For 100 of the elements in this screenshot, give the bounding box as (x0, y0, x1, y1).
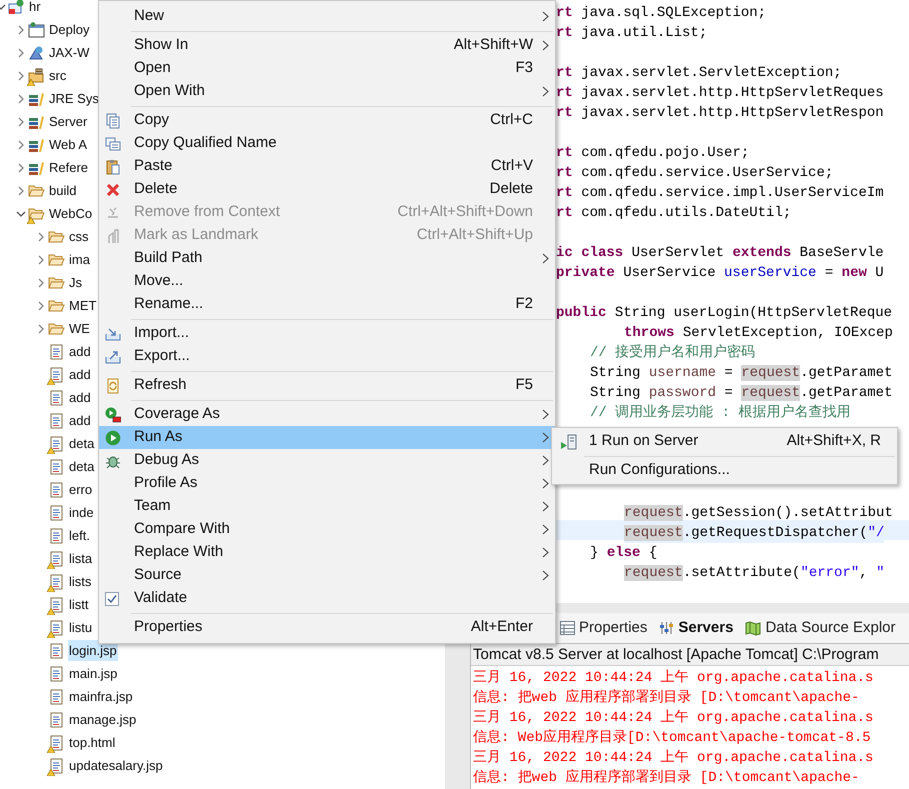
expand-chevron-icon[interactable] (17, 162, 25, 172)
menu-item[interactable]: Refresh F5 (99, 374, 555, 397)
tree-item[interactable]: add (68, 387, 92, 408)
menu-item[interactable]: Build Path (99, 247, 555, 270)
tree-item[interactable]: erro (68, 479, 94, 500)
folder-icon (48, 252, 65, 268)
menu-item[interactable]: New (99, 5, 555, 28)
expand-chevron-icon[interactable] (17, 186, 25, 196)
expand-chevron-icon[interactable] (37, 324, 45, 334)
tree-item[interactable]: listu (68, 617, 94, 638)
menu-item[interactable]: Export... (99, 345, 555, 368)
tree-item[interactable]: Refere (48, 157, 90, 178)
tree-item[interactable]: top.html (68, 732, 116, 753)
menu-item[interactable]: Import... (99, 322, 555, 345)
console-line: 信息: 把web 应用程序部署到目录 [D:\tomcant\apache- (473, 688, 860, 708)
tree-item[interactable]: deta (68, 456, 96, 477)
tree-item[interactable]: Server (48, 111, 88, 132)
menu-item[interactable]: Delete Delete (99, 178, 555, 201)
package-folder-icon (28, 68, 45, 84)
menu-item[interactable]: Validate (99, 587, 555, 610)
tree-item[interactable]: inde (68, 502, 95, 523)
tree-item[interactable]: updatesalary.jsp (68, 755, 164, 776)
tree-item[interactable]: listt (68, 594, 90, 615)
tree-item[interactable]: deta (68, 433, 96, 454)
map-icon (745, 620, 762, 636)
menu-item[interactable]: Properties Alt+Enter (99, 616, 555, 639)
tree-item[interactable]: lista (68, 548, 94, 569)
menu-item[interactable]: Replace With (99, 541, 555, 564)
expand-chevron-icon[interactable] (17, 94, 25, 104)
expand-chevron-icon[interactable] (17, 24, 25, 34)
expand-chevron-icon[interactable] (37, 254, 45, 264)
folder-icon (28, 206, 45, 222)
menu-item[interactable]: Team (99, 495, 555, 518)
menu-item[interactable]: Debug As (99, 449, 555, 472)
panel-tab[interactable]: Servers (659, 615, 734, 641)
file-icon (48, 366, 65, 382)
tree-item[interactable]: manage.jsp (68, 709, 138, 730)
menu-item[interactable]: Copy Ctrl+C (99, 109, 555, 132)
tree-item[interactable]: JRE Sys (48, 88, 100, 109)
tree-item[interactable]: Js (68, 272, 83, 293)
menu-item[interactable]: Show In Alt+Shift+W (99, 34, 555, 57)
code-line: // 调用业务层功能 : 根据用户名查找用 (590, 403, 850, 423)
menu-item[interactable]: Rename... F2 (99, 293, 555, 316)
code-line: rt java.sql.SQLException; (556, 4, 766, 23)
tree-item[interactable]: src (48, 65, 68, 86)
collapse-chevron-icon[interactable] (16, 210, 26, 218)
clipboard-icon (105, 158, 121, 174)
tree-item[interactable]: WebCo (48, 203, 94, 224)
menu-item[interactable]: Coverage As (99, 403, 555, 426)
tree-item[interactable]: Deploy (48, 19, 90, 40)
tree-item[interactable]: WE (68, 318, 91, 339)
panel-tab[interactable]: Properties (560, 615, 648, 641)
tree-item[interactable]: JAX-W (48, 42, 90, 63)
folder-icon (48, 298, 65, 314)
tree-item[interactable]: add (68, 341, 92, 362)
file-icon (48, 504, 65, 520)
expand-chevron-icon[interactable] (17, 70, 25, 80)
tree-item[interactable]: mainfra.jsp (68, 686, 134, 707)
menu-item[interactable]: Source (99, 564, 555, 587)
menu-item[interactable]: Move... (99, 270, 555, 293)
tree-item[interactable]: Web A (48, 134, 88, 155)
menu-item[interactable]: Copy Qualified Name (99, 132, 555, 155)
library-icon (28, 160, 45, 176)
file-icon (48, 642, 65, 658)
menu-item[interactable]: Run As (99, 426, 555, 449)
folder-icon (48, 228, 65, 244)
tree-item[interactable]: main.jsp (68, 663, 118, 684)
tree-item[interactable]: hr (28, 0, 42, 17)
tree-item[interactable]: css (68, 226, 90, 247)
tree-item[interactable]: MET (68, 295, 98, 316)
tree-item[interactable]: add (68, 410, 92, 431)
tree-item[interactable]: add (68, 364, 92, 385)
console-line: 信息: 把web 应用程序部署到目录 [D:\tomcant\apache- (473, 768, 860, 788)
menu-item[interactable]: Paste Ctrl+V (99, 155, 555, 178)
tree-item[interactable]: ima (68, 249, 91, 270)
code-line: request.setAttribute("error", " (624, 564, 884, 583)
tree-item[interactable]: login.jsp (68, 640, 118, 661)
expand-chevron-icon[interactable] (17, 140, 25, 150)
tree-item[interactable]: left. (68, 525, 91, 546)
expand-chevron-icon[interactable] (37, 300, 45, 310)
menu-item[interactable]: Profile As (99, 472, 555, 495)
panel-tab[interactable]: Data Source Explor (745, 615, 896, 641)
expand-chevron-icon[interactable] (37, 278, 45, 288)
copy-icon (105, 112, 121, 128)
menu-item[interactable]: Open F3 (99, 57, 555, 80)
code-line: rt com.qfedu.service.impl.UserServiceIm (556, 184, 884, 203)
expand-chevron-icon[interactable] (37, 232, 45, 242)
expand-chevron-icon[interactable] (17, 48, 25, 58)
coverage-icon (105, 406, 121, 422)
menu-item[interactable]: Compare With (99, 518, 555, 541)
menu-item[interactable]: Run Configurations... (552, 458, 897, 483)
folder-icon (48, 320, 65, 336)
tree-item[interactable]: build (48, 180, 78, 201)
checkbox-icon (105, 592, 119, 606)
menu-item[interactable]: Open With (99, 80, 555, 103)
console-line: 信息: Web应用程序目录[D:\tomcant\apache-tomcat-8.5 (473, 728, 872, 748)
tree-item[interactable]: lists (68, 571, 92, 592)
console-line: 三月 16, 2022 10:44:24 上午 org.apache.catalina.s (473, 668, 874, 688)
expand-chevron-icon[interactable] (17, 116, 25, 126)
menu-item[interactable]: 1 Run on Server Alt+Shift+X, R (552, 429, 897, 454)
